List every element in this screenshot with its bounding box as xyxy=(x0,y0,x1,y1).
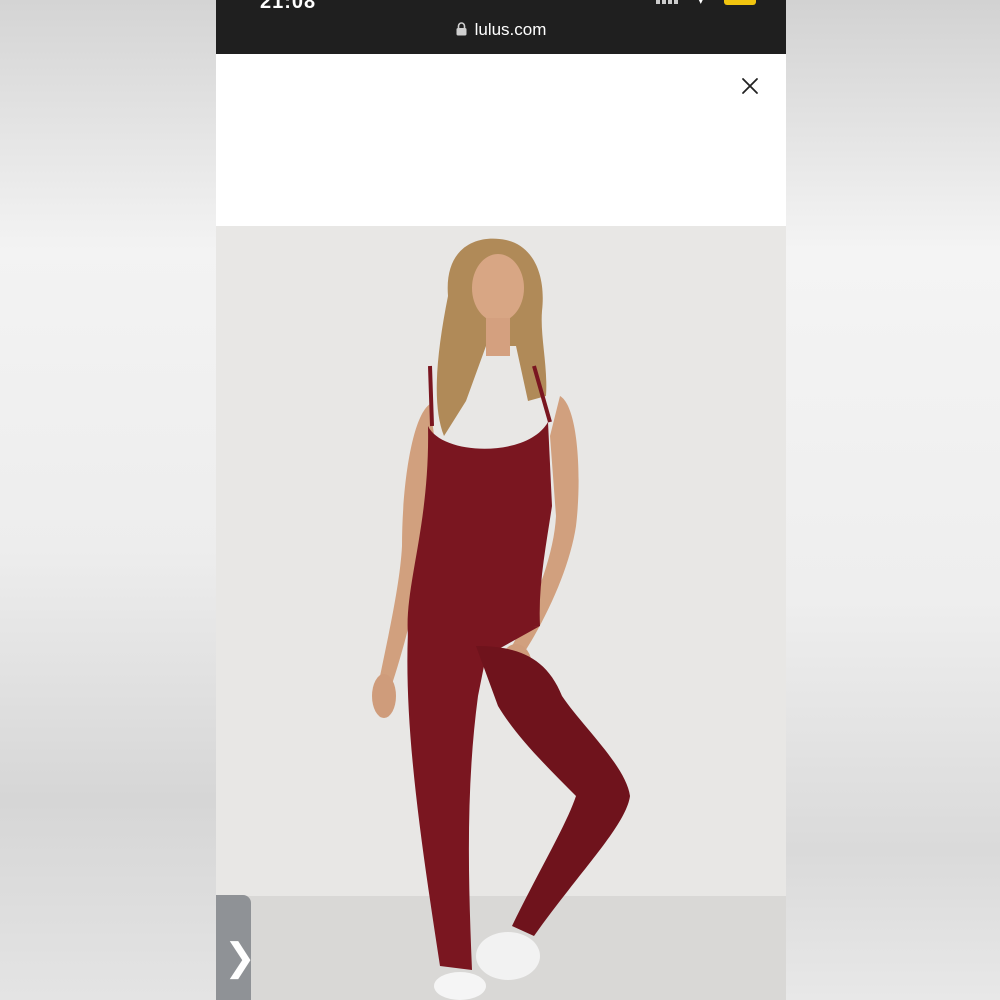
close-icon[interactable] xyxy=(740,76,760,96)
url-text: lulus.com xyxy=(474,20,547,39)
address-bar[interactable]: lulus.com xyxy=(216,20,786,41)
chevron-right-icon: ❯ xyxy=(224,937,256,979)
model-jumpsuit-photo xyxy=(372,238,630,1000)
blurred-backdrop-right xyxy=(786,0,1000,1000)
product-image[interactable] xyxy=(216,226,786,1000)
wifi-icon: ▾ xyxy=(698,0,704,7)
browser-bar: 21:08 ▾ lulus.com xyxy=(216,0,786,54)
signal-icon xyxy=(656,0,684,4)
phone-screen: 21:08 ▾ lulus.com ❯ xyxy=(216,0,786,1000)
battery-icon xyxy=(724,0,756,5)
modal-header xyxy=(216,54,786,226)
status-time: 21:08 xyxy=(260,0,317,13)
blurred-backdrop-left xyxy=(0,0,216,1000)
carousel-next-button[interactable]: ❯ xyxy=(216,895,256,1000)
lock-icon xyxy=(456,21,467,41)
